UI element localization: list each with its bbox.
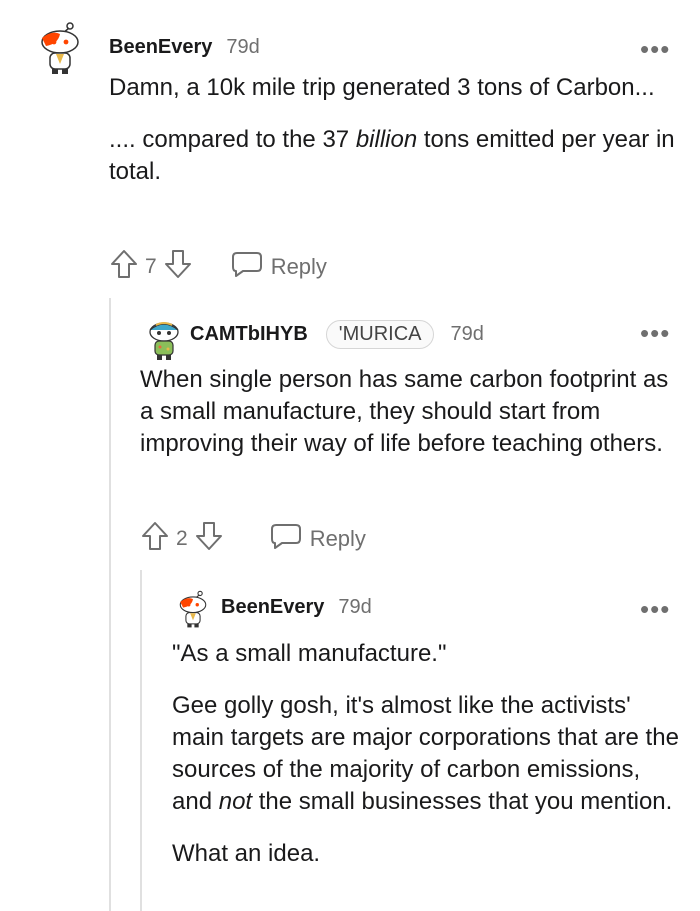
downvote-arrow-icon[interactable]	[194, 520, 224, 558]
comment-header: BeenEvery 79d	[221, 596, 372, 619]
timestamp[interactable]: 79d	[226, 36, 259, 59]
comment-paragraph: When single person has same carbon footp…	[140, 366, 669, 457]
comment-actions: 7 Reply	[109, 248, 327, 286]
vote-score: 7	[145, 255, 157, 278]
comment-paragraph: Gee golly gosh, it's almost like the act…	[172, 692, 679, 815]
upvote-arrow-icon[interactable]	[109, 248, 139, 286]
reply-button[interactable]: Reply	[262, 522, 366, 556]
reply-label: Reply	[309, 526, 366, 551]
more-options-button[interactable]: •••	[640, 36, 670, 62]
ellipsis-icon: •••	[640, 594, 671, 624]
speech-bubble-icon	[270, 522, 302, 556]
snoo-avatar-icon[interactable]	[176, 588, 210, 630]
speech-bubble-icon	[231, 250, 263, 284]
comment-body: When single person has same carbon footp…	[140, 364, 680, 480]
more-options-button[interactable]: •••	[640, 596, 670, 622]
user-flair: 'MURICA	[325, 320, 435, 349]
reply-button[interactable]: Reply	[231, 250, 327, 284]
vote-score: 2	[176, 527, 188, 550]
reply-label: Reply	[270, 254, 327, 279]
comment-paragraph: .... compared to the 37 billion tons emi…	[109, 126, 675, 185]
thread-line-level-2[interactable]	[140, 570, 142, 911]
comment-paragraph: "As a small manufacture."	[172, 640, 447, 667]
ellipsis-icon: •••	[640, 34, 671, 64]
comment-actions: 2 Reply	[140, 520, 366, 558]
comment-header: CAMTbIHYB 'MURICA 79d	[190, 320, 484, 349]
username-link[interactable]: BeenEvery	[221, 596, 324, 619]
snoo-avatar-icon[interactable]	[36, 20, 84, 76]
comment-paragraph: Damn, a 10k mile trip generated 3 tons o…	[109, 74, 655, 101]
username-link[interactable]: BeenEvery	[109, 36, 212, 59]
comment-body: Damn, a 10k mile trip generated 3 tons o…	[109, 72, 679, 208]
upvote-arrow-icon[interactable]	[140, 520, 170, 558]
comment-header: BeenEvery 79d	[109, 36, 260, 59]
downvote-arrow-icon[interactable]	[163, 248, 193, 286]
timestamp[interactable]: 79d	[450, 323, 483, 346]
comment-paragraph: What an idea.	[172, 840, 321, 867]
thread-line-level-1[interactable]	[109, 298, 111, 911]
ellipsis-icon: •••	[640, 318, 671, 348]
more-options-button[interactable]: •••	[640, 320, 670, 346]
timestamp[interactable]: 79d	[338, 596, 371, 619]
snoo-avatar-icon[interactable]	[146, 318, 182, 362]
comment-body: "As a small manufacture." Gee golly gosh…	[172, 638, 682, 890]
username-link[interactable]: CAMTbIHYB	[190, 323, 308, 346]
